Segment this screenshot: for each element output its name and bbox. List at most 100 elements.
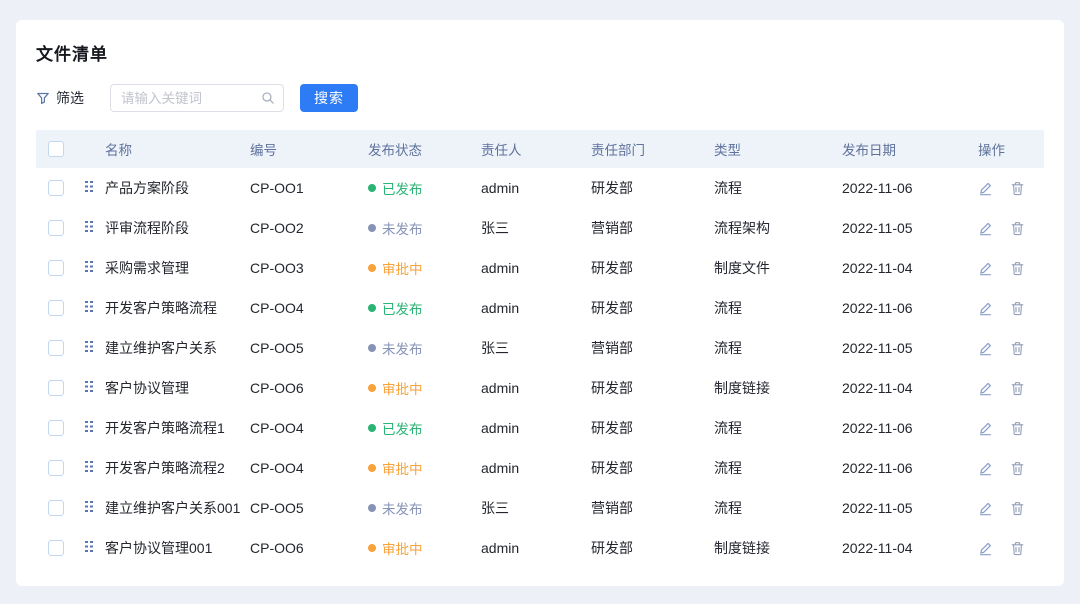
cell-date: 2022-11-05 [842,340,978,356]
drag-handle-icon[interactable] [84,459,96,473]
row-checkbox[interactable] [48,180,64,196]
pencil-icon [978,181,993,196]
search-box [110,84,284,112]
edit-button[interactable] [978,501,993,516]
delete-button[interactable] [1010,381,1025,396]
delete-button[interactable] [1010,421,1025,436]
cell-date: 2022-11-04 [842,380,978,396]
status-badge: 已发布 [368,418,423,438]
pencil-icon [978,301,993,316]
edit-button[interactable] [978,461,993,476]
cell-department: 研发部 [591,458,714,478]
edit-button[interactable] [978,541,993,556]
drag-handle-icon[interactable] [84,539,96,553]
row-checkbox[interactable] [48,220,64,236]
status-label: 已发布 [382,418,423,438]
cell-owner: admin [481,540,591,556]
row-checkbox[interactable] [48,380,64,396]
status-badge: 已发布 [368,178,423,198]
cell-name: 客户协议管理001 [105,538,250,558]
cell-date: 2022-11-04 [842,540,978,556]
table-row: 采购需求管理 CP-OO3 审批中 admin 研发部 制度文件 2022-11… [36,248,1044,288]
table-row: 产品方案阶段 CP-OO1 已发布 admin 研发部 流程 2022-11-0… [36,168,1044,208]
edit-button[interactable] [978,381,993,396]
drag-handle-icon[interactable] [84,499,96,513]
cell-code: CP-OO4 [250,300,368,316]
select-all-checkbox[interactable] [48,141,64,157]
cell-type: 流程 [714,418,842,438]
drag-handle-icon[interactable] [84,259,96,273]
table-row: 开发客户策略流程 CP-OO4 已发布 admin 研发部 流程 2022-11… [36,288,1044,328]
status-dot-icon [368,384,376,392]
trash-icon [1010,381,1025,396]
delete-button[interactable] [1010,501,1025,516]
cell-department: 营销部 [591,498,714,518]
row-checkbox[interactable] [48,500,64,516]
search-button[interactable]: 搜索 [300,84,358,112]
row-checkbox[interactable] [48,260,64,276]
cell-owner: admin [481,420,591,436]
column-header-owner: 责任人 [481,139,591,159]
cell-name: 开发客户策略流程1 [105,418,250,438]
edit-button[interactable] [978,221,993,236]
cell-name: 客户协议管理 [105,378,250,398]
cell-name: 开发客户策略流程2 [105,458,250,478]
table-body: 产品方案阶段 CP-OO1 已发布 admin 研发部 流程 2022-11-0… [36,168,1044,568]
cell-owner: 张三 [481,218,591,238]
row-checkbox[interactable] [48,460,64,476]
edit-button[interactable] [978,341,993,356]
row-checkbox[interactable] [48,540,64,556]
status-label: 审批中 [382,458,423,478]
drag-handle-icon[interactable] [84,179,96,193]
cell-owner: 张三 [481,338,591,358]
status-badge: 已发布 [368,298,423,318]
table-header: 名称 编号 发布状态 责任人 责任部门 类型 发布日期 操作 [36,130,1044,168]
filter-button[interactable]: 筛选 [36,88,84,108]
pencil-icon [978,221,993,236]
delete-button[interactable] [1010,181,1025,196]
delete-button[interactable] [1010,261,1025,276]
drag-handle-icon[interactable] [84,299,96,313]
status-badge: 未发布 [368,498,423,518]
table-row: 客户协议管理001 CP-OO6 审批中 admin 研发部 制度链接 2022… [36,528,1044,568]
cell-name: 采购需求管理 [105,258,250,278]
cell-code: CP-OO4 [250,460,368,476]
column-header-code: 编号 [250,139,368,159]
cell-code: CP-OO3 [250,260,368,276]
search-input[interactable] [110,84,284,112]
status-label: 已发布 [382,178,423,198]
cell-name: 开发客户策略流程 [105,298,250,318]
row-checkbox[interactable] [48,300,64,316]
status-badge: 审批中 [368,258,423,278]
edit-button[interactable] [978,181,993,196]
page-title: 文件清单 [36,44,1044,66]
delete-button[interactable] [1010,221,1025,236]
edit-button[interactable] [978,301,993,316]
table-row: 建立维护客户关系 CP-OO5 未发布 张三 营销部 流程 2022-11-05 [36,328,1044,368]
cell-code: CP-OO5 [250,500,368,516]
cell-name: 建立维护客户关系 [105,338,250,358]
drag-handle-icon[interactable] [84,379,96,393]
delete-button[interactable] [1010,461,1025,476]
delete-button[interactable] [1010,541,1025,556]
drag-handle-icon[interactable] [84,219,96,233]
cell-type: 制度链接 [714,538,842,558]
row-checkbox[interactable] [48,340,64,356]
edit-button[interactable] [978,421,993,436]
edit-button[interactable] [978,261,993,276]
drag-handle-icon[interactable] [84,419,96,433]
delete-button[interactable] [1010,341,1025,356]
cell-date: 2022-11-06 [842,460,978,476]
cell-owner: admin [481,180,591,196]
pencil-icon [978,461,993,476]
drag-handle-icon[interactable] [84,339,96,353]
trash-icon [1010,221,1025,236]
status-badge: 审批中 [368,538,423,558]
cell-owner: admin [481,380,591,396]
delete-button[interactable] [1010,301,1025,316]
cell-owner: 张三 [481,498,591,518]
cell-department: 研发部 [591,258,714,278]
row-checkbox[interactable] [48,420,64,436]
status-dot-icon [368,224,376,232]
cell-department: 研发部 [591,418,714,438]
